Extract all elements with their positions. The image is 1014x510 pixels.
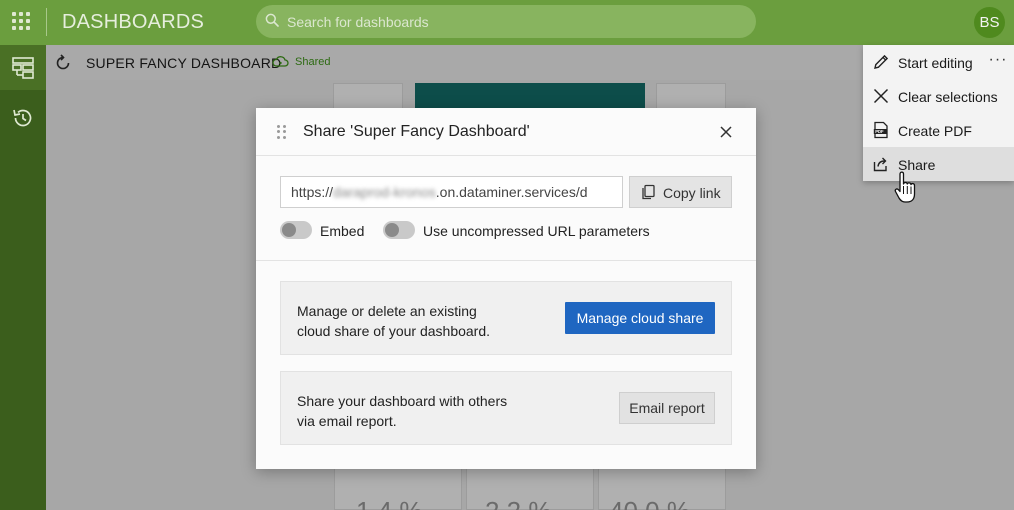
cloud-share-icon <box>272 56 289 67</box>
search-box[interactable] <box>256 5 756 38</box>
copy-link-label: Copy link <box>663 185 721 201</box>
embed-label: Embed <box>320 223 365 239</box>
app-launcher-grid-icon[interactable] <box>12 12 30 30</box>
dialog-separator <box>256 260 756 261</box>
topbar-divider <box>46 8 47 36</box>
refresh-icon[interactable] <box>54 54 72 72</box>
email-report-text-line: via email report. <box>297 413 397 429</box>
user-avatar[interactable]: BS <box>974 7 1005 38</box>
menu-item-create-pdf[interactable]: PDF Create PDF <box>863 113 1014 147</box>
email-report-button[interactable]: Email report <box>619 392 715 424</box>
email-report-panel: Share your dashboard with others via ema… <box>280 371 732 445</box>
url-redacted-host: daraprod-kronos <box>333 184 436 200</box>
menu-item-clear-selections[interactable]: Clear selections <box>863 79 1014 113</box>
email-report-description: Share your dashboard with others via ema… <box>297 391 557 431</box>
background-stat-value: 1.4 % <box>356 496 423 510</box>
more-options-button[interactable]: ··· <box>987 52 1009 73</box>
rail-dashboards-button[interactable] <box>0 45 46 90</box>
toggle-knob <box>385 223 399 237</box>
drag-handle-icon[interactable] <box>277 125 289 139</box>
embed-toggle[interactable] <box>280 221 312 239</box>
menu-item-label: Start editing <box>898 55 973 71</box>
manage-cloud-share-button[interactable]: Manage cloud share <box>565 302 715 334</box>
close-icon[interactable] <box>717 123 735 141</box>
rail-history-button[interactable] <box>0 95 46 140</box>
shared-badge: Shared <box>272 55 330 68</box>
pdf-icon: PDF <box>873 121 888 139</box>
share-dialog: Share 'Super Fancy Dashboard' https://da… <box>256 108 756 469</box>
background-stat-value: 40.0 % <box>609 496 690 510</box>
cloud-share-text-line: cloud share of your dashboard. <box>297 323 491 339</box>
dashboard-actions-menu: Start editing ··· Clear selections PDF C… <box>863 45 1014 181</box>
search-input[interactable] <box>287 5 737 38</box>
dialog-header: Share 'Super Fancy Dashboard' <box>256 108 756 156</box>
svg-text:PDF: PDF <box>875 129 884 134</box>
search-icon <box>265 13 279 27</box>
dialog-title: Share 'Super Fancy Dashboard' <box>303 123 530 140</box>
copy-link-button[interactable]: Copy link <box>629 176 732 208</box>
uncompressed-url-label: Use uncompressed URL parameters <box>423 223 650 239</box>
history-icon <box>13 109 32 126</box>
dashboard-tree-icon <box>12 56 34 79</box>
menu-item-share[interactable]: Share <box>863 147 1014 181</box>
pencil-icon <box>874 54 889 69</box>
left-rail <box>0 45 46 510</box>
background-card <box>333 83 403 111</box>
dashboard-title: SUPER FANCY DASHBOARD <box>86 55 282 71</box>
menu-item-label: Create PDF <box>898 123 972 139</box>
background-stat-value: 2.2 % <box>485 496 552 510</box>
app-title: DASHBOARDS <box>62 11 205 33</box>
share-icon <box>873 157 887 172</box>
background-header-tile <box>415 83 645 111</box>
uncompressed-url-toggle[interactable] <box>383 221 415 239</box>
cloud-share-text-line: Manage or delete an existing <box>297 303 477 319</box>
shared-label: Shared <box>295 55 331 68</box>
share-url-field[interactable]: https://daraprod-kronos.on.dataminer.ser… <box>280 176 623 208</box>
menu-item-label: Share <box>898 157 936 173</box>
close-icon <box>873 88 889 104</box>
url-prefix: https:// <box>291 184 334 200</box>
cloud-share-panel: Manage or delete an existing cloud share… <box>280 281 732 355</box>
url-suffix: .on.dataminer.services/d <box>435 184 588 200</box>
copy-icon <box>642 184 655 200</box>
cloud-share-description: Manage or delete an existing cloud share… <box>297 301 557 341</box>
email-report-text-line: Share your dashboard with others <box>297 393 508 409</box>
top-bar: DASHBOARDS BS <box>0 0 1014 45</box>
toggle-knob <box>282 223 296 237</box>
background-card <box>656 83 726 111</box>
menu-item-label: Clear selections <box>898 89 998 105</box>
